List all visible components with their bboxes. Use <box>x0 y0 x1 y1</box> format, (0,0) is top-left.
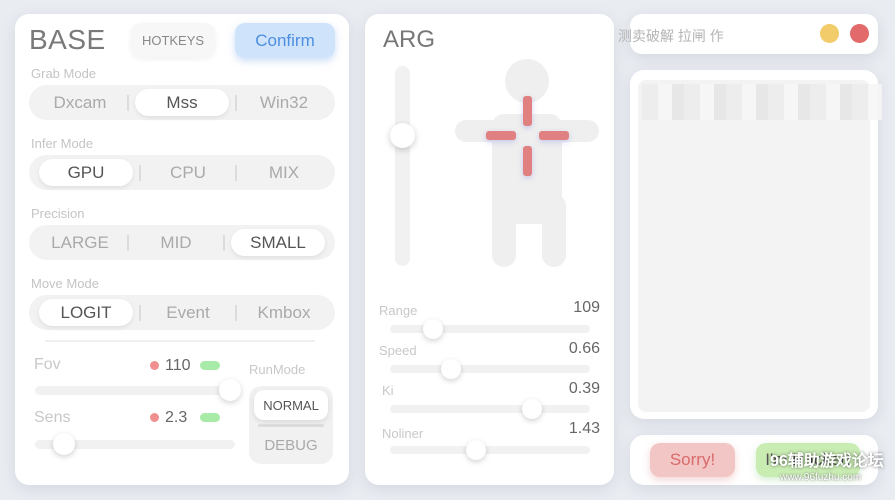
speed-label: Speed <box>379 343 417 358</box>
move-mode-option-event[interactable]: Event <box>141 299 235 326</box>
infer-mode-selector: GPU CPU MIX <box>29 155 335 190</box>
range-value: 109 <box>573 299 600 316</box>
nolinear-slider-track[interactable] <box>390 446 590 454</box>
figure-right-leg <box>542 194 566 267</box>
sens-value: 2.3 <box>165 409 188 426</box>
log-output-area <box>638 80 870 412</box>
figure-left-leg <box>492 194 516 267</box>
title-bar: 测卖破解 拉闸 作 <box>618 14 878 54</box>
grab-mode-option-win32[interactable]: Win32 <box>237 89 331 116</box>
redacted-text <box>642 84 882 120</box>
minimize-icon[interactable] <box>820 24 839 43</box>
grab-mode-option-mss[interactable]: Mss <box>135 89 229 116</box>
sens-status-pill <box>200 413 220 422</box>
move-mode-option-kmbox[interactable]: Kmbox <box>237 299 331 326</box>
base-panel: BASE HOTKEYS Confirm Grab Mode Dxcam Mss… <box>15 14 349 485</box>
ki-slider-knob[interactable] <box>522 399 542 419</box>
fov-slider-knob[interactable] <box>219 379 241 401</box>
separator <box>258 424 324 427</box>
confirm-button[interactable]: Confirm <box>235 23 335 58</box>
move-mode-label: Move Mode <box>31 276 99 291</box>
sens-status-dot <box>150 413 159 422</box>
close-icon[interactable] <box>850 24 869 43</box>
divider <box>45 340 315 342</box>
crosshair-top <box>523 96 532 126</box>
precision-option-mid[interactable]: MID <box>129 229 223 256</box>
ki-slider-track[interactable] <box>390 405 590 413</box>
grab-mode-selector: Dxcam Mss Win32 <box>29 85 335 120</box>
vertical-slider-knob[interactable] <box>390 123 415 148</box>
infer-mode-label: Infer Mode <box>31 136 94 151</box>
window-title: 测卖破解 拉闸 作 <box>618 28 724 44</box>
fov-value: 110 <box>165 357 191 374</box>
fov-status-dot <box>150 361 159 370</box>
precision-option-large[interactable]: LARGE <box>33 229 127 256</box>
run-mode-option-normal[interactable]: NORMAL <box>254 390 328 420</box>
arg-panel: ARG Range 109 Speed 0.66 Ki 0.39 Noliner… <box>365 14 614 485</box>
vertical-slider-track[interactable] <box>395 66 410 266</box>
arg-title: ARG <box>383 26 436 53</box>
precision-label: Precision <box>31 206 85 221</box>
separator <box>223 234 225 251</box>
run-mode-selector: NORMAL DEBUG <box>249 386 333 464</box>
ki-label: Ki <box>382 383 394 398</box>
nolinear-label: Noliner <box>382 426 424 441</box>
hotkeys-button[interactable]: HOTKEYS <box>131 23 215 57</box>
log-panel <box>630 70 882 419</box>
sens-slider-knob[interactable] <box>53 433 75 455</box>
fov-label: Fov <box>34 356 61 373</box>
base-title: BASE <box>29 24 106 55</box>
speed-slider-knob[interactable] <box>441 359 461 379</box>
run-mode-option-debug[interactable]: DEBUG <box>254 430 328 460</box>
crosshair-bottom <box>523 146 532 176</box>
sorry-button[interactable]: Sorry! <box>650 443 735 477</box>
grab-mode-label: Grab Mode <box>31 66 97 81</box>
sens-label: Sens <box>34 409 71 426</box>
infer-mode-option-gpu[interactable]: GPU <box>39 159 133 186</box>
crosshair-right <box>539 131 569 140</box>
speed-value: 0.66 <box>568 340 600 357</box>
range-label: Range <box>379 303 418 318</box>
range-slider-track[interactable] <box>390 325 590 333</box>
crosshair-left <box>486 131 516 140</box>
move-mode-option-logit[interactable]: LOGIT <box>39 299 133 326</box>
precision-selector: LARGE MID SMALL <box>29 225 335 260</box>
nolinear-value: 1.43 <box>568 420 600 437</box>
fov-slider-track[interactable] <box>35 386 235 395</box>
run-mode-label: RunMode <box>249 362 306 377</box>
range-slider-knob[interactable] <box>423 319 443 339</box>
fov-status-pill <box>200 361 220 370</box>
grab-mode-option-dxcam[interactable]: Dxcam <box>33 89 127 116</box>
separator <box>127 94 129 111</box>
nolinear-slider-knob[interactable] <box>466 440 486 460</box>
move-mode-selector: LOGIT Event Kmbox <box>29 295 335 330</box>
precision-option-small[interactable]: SMALL <box>231 229 325 256</box>
ki-value: 0.39 <box>568 380 600 397</box>
infer-mode-option-mix[interactable]: MIX <box>237 159 331 186</box>
watermark-text: 96辅助游戏论坛 <box>770 453 884 470</box>
speed-slider-track[interactable] <box>390 365 590 373</box>
infer-mode-option-cpu[interactable]: CPU <box>141 159 235 186</box>
watermark-url: www.96fuzhu.com <box>780 472 862 483</box>
